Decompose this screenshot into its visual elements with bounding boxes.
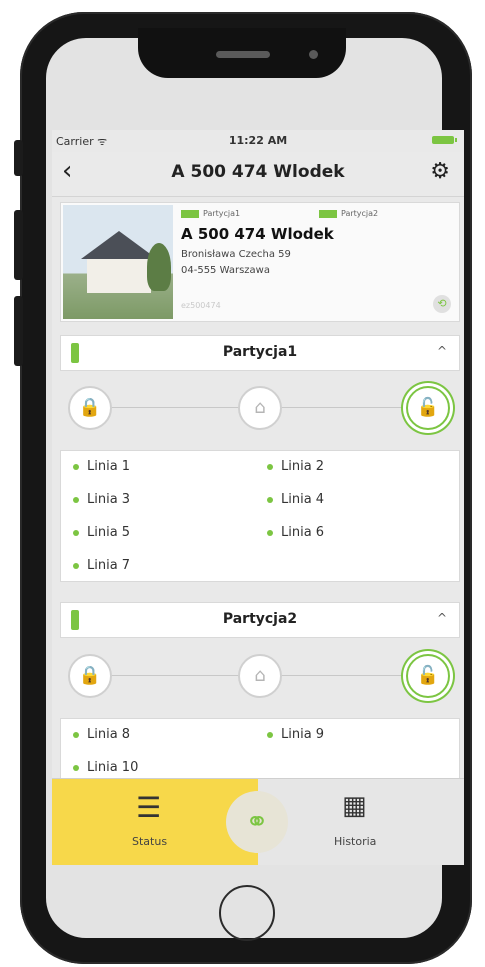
list-item[interactable]: Linia 3: [73, 492, 130, 507]
house-photo: [63, 205, 173, 319]
volume-up-button: [14, 210, 23, 280]
tab-history-label: Historia: [334, 835, 377, 848]
address-line-1: Bronisława Czecha 59: [181, 249, 291, 260]
clock: 11:22 AM: [228, 134, 288, 147]
volume-down-button: [14, 296, 23, 366]
list-item[interactable]: Linia 8: [73, 727, 130, 742]
camera: [309, 50, 318, 59]
list-item[interactable]: Linia 1: [73, 459, 130, 474]
partition-name: Partycja1: [222, 344, 298, 360]
chevron-up-icon[interactable]: ^: [437, 344, 447, 358]
home-button[interactable]: [219, 885, 275, 941]
checklist-icon: ☰: [136, 791, 162, 824]
partition-tag-2: Partycja2: [319, 209, 378, 218]
partition-header-1[interactable]: Partycja1 ^: [60, 335, 460, 371]
list-item[interactable]: Linia 5: [73, 525, 130, 540]
nav-bar: ‹ A 500 474 Wlodek ⚙: [52, 152, 464, 197]
site-id: ez500474: [181, 301, 221, 310]
arm-mode-selector-2: 🔒 ⌂ 🔓: [60, 646, 458, 704]
site-name: A 500 474 Wlodek: [181, 225, 334, 243]
app-screen: Carrier ᯤ 11:22 AM ‹ A 500 474 Wlodek ⚙ …: [52, 130, 464, 865]
list-item[interactable]: Linia 4: [267, 492, 324, 507]
list-item[interactable]: Linia 2: [267, 459, 324, 474]
speaker: [216, 51, 270, 58]
mute-switch: [14, 140, 23, 176]
lock-open-icon[interactable]: 🔓: [406, 386, 450, 430]
list-item[interactable]: Linia 9: [267, 727, 324, 742]
chevron-up-icon[interactable]: ^: [437, 611, 447, 625]
lines-list-1: Linia 1 Linia 2 Linia 3 Linia 4 Linia 5 …: [60, 450, 460, 582]
arm-mode-selector-1: 🔒 ⌂ 🔓: [60, 378, 458, 436]
link-icon[interactable]: ⟲: [433, 295, 451, 313]
list-item[interactable]: Linia 7: [73, 558, 130, 573]
partition-header-2[interactable]: Partycja2 ^: [60, 602, 460, 638]
partition-name: Partycja2: [222, 611, 298, 627]
list-item[interactable]: Linia 6: [267, 525, 324, 540]
lock-open-icon[interactable]: 🔓: [406, 654, 450, 698]
tab-status-label: Status: [132, 835, 168, 848]
home-icon[interactable]: ⌂: [238, 654, 282, 698]
battery-icon: [432, 136, 457, 144]
home-icon[interactable]: ⌂: [238, 386, 282, 430]
calendar-icon: ▦: [342, 791, 367, 821]
lock-closed-icon[interactable]: 🔒: [68, 386, 112, 430]
partition-tag-1: Partycja1: [181, 209, 240, 218]
gear-icon[interactable]: ⚙: [430, 159, 450, 184]
tab-history[interactable]: ▦ Historia: [258, 779, 464, 865]
tab-bar: ☰ Status ⚭ ▦ Historia: [52, 778, 464, 865]
page-title: A 500 474 Wlodek: [171, 162, 345, 182]
lock-closed-icon[interactable]: 🔒: [68, 654, 112, 698]
site-card[interactable]: Partycja1 Partycja2 A 500 474 Wlodek Bro…: [60, 202, 460, 322]
address-line-2: 04-555 Warszawa: [181, 265, 270, 276]
list-item[interactable]: Linia 10: [73, 760, 138, 775]
status-bar: Carrier ᯤ 11:22 AM: [52, 130, 464, 152]
